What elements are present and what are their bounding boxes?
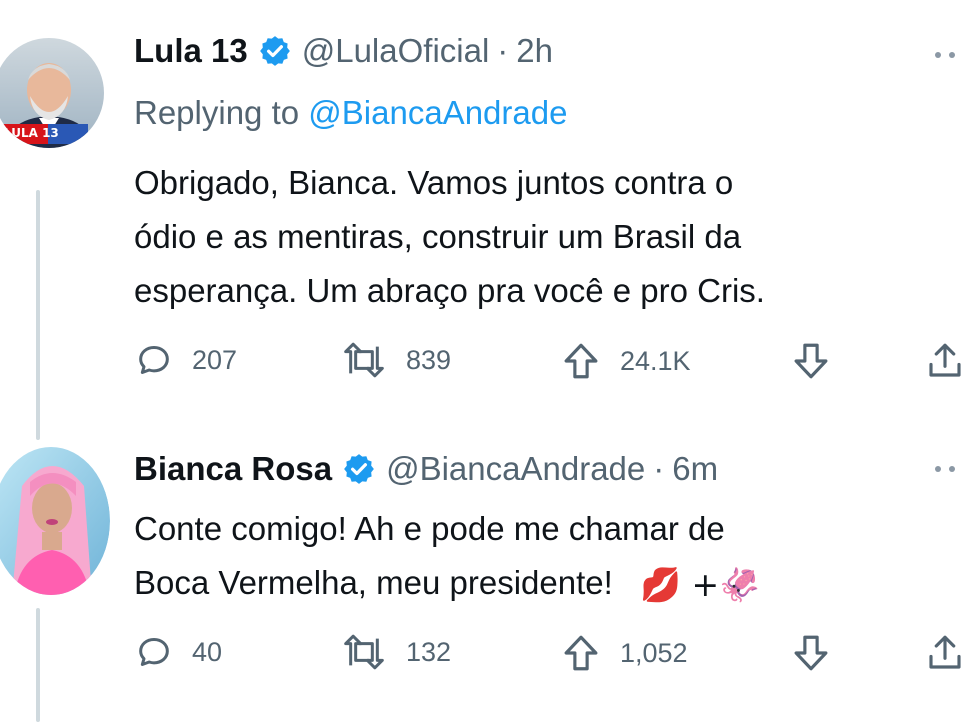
handle[interactable]: @LulaOficial xyxy=(302,32,490,70)
timestamp[interactable]: 6m xyxy=(672,450,718,488)
tweet-text-line: esperança. Um abraço pra você e pro Cris… xyxy=(134,272,765,309)
avatar[interactable]: LULA 13 xyxy=(0,38,104,148)
reply-button[interactable]: 40 xyxy=(134,632,222,672)
share-icon xyxy=(929,635,961,669)
tweet-actions: 207 839 24.1K xyxy=(134,336,963,386)
upvote-button[interactable]: 1,052 xyxy=(560,632,688,674)
downvote-button[interactable] xyxy=(790,632,832,674)
retweet-icon xyxy=(344,634,384,670)
more-options-icon[interactable] xyxy=(935,466,963,472)
timestamp[interactable]: 2h xyxy=(516,32,553,70)
thread-line-bottom xyxy=(36,608,40,722)
share-button[interactable] xyxy=(924,632,963,674)
upvote-icon xyxy=(564,635,598,671)
upvote-button[interactable]: 24.1K xyxy=(560,340,691,382)
display-name[interactable]: Lula 13 xyxy=(134,32,248,70)
tweet-actions: 40 132 1,052 xyxy=(134,628,963,678)
downvote-button[interactable] xyxy=(790,340,832,382)
upvote-icon xyxy=(564,343,598,379)
verified-badge-icon xyxy=(344,454,374,484)
downvote-icon xyxy=(794,635,828,671)
kiss-mark-and-squid-emoji: 💋 +🦑 xyxy=(639,565,761,605)
tweet-text-line: Conte comigo! Ah e pode me chamar de xyxy=(134,510,725,547)
reply-button[interactable]: 207 xyxy=(134,340,237,380)
avatar[interactable] xyxy=(0,446,110,596)
tweet-header: Bianca Rosa @BiancaAndrade · 6m xyxy=(134,450,718,488)
retweet-button[interactable]: 132 xyxy=(340,632,451,672)
tweet-text-segment: Boca Vermelha, meu presidente! xyxy=(134,564,613,601)
downvote-icon xyxy=(794,343,828,379)
replying-mention-link[interactable]: @BiancaAndrade xyxy=(308,94,567,131)
retweet-count: 132 xyxy=(406,636,452,667)
share-button[interactable] xyxy=(924,340,963,382)
reply-count: 40 xyxy=(192,636,223,667)
separator: · xyxy=(497,32,509,69)
avatar-badge-text: LULA 13 xyxy=(4,126,59,140)
reply-icon xyxy=(139,638,169,666)
bianca-avatar-image xyxy=(0,447,110,595)
retweet-icon xyxy=(344,342,384,378)
replying-to: Replying to @BiancaAndrade xyxy=(134,94,567,132)
tweet-text-line: Boca Vermelha, meu presidente! 💋 +🦑 xyxy=(134,556,954,612)
reply-icon xyxy=(139,346,169,374)
display-name[interactable]: Bianca Rosa xyxy=(134,450,332,488)
tweet-header: Lula 13 @LulaOficial · 2h xyxy=(134,32,553,70)
thread-line-top xyxy=(36,190,40,440)
retweet-count: 839 xyxy=(406,344,452,375)
reply-count: 207 xyxy=(192,344,238,375)
upvote-count: 24.1K xyxy=(620,345,691,376)
more-options-icon[interactable] xyxy=(935,52,963,58)
verified-badge-icon xyxy=(259,36,290,66)
separator: · xyxy=(653,450,665,487)
tweet-text-line: ódio e as mentiras, construir um Brasil … xyxy=(134,218,742,255)
share-icon xyxy=(929,343,961,377)
tweet-text: Obrigado, Bianca. Vamos juntos contra o … xyxy=(134,156,954,318)
upvote-count: 1,052 xyxy=(620,637,688,668)
retweet-button[interactable]: 839 xyxy=(340,340,451,380)
replying-prefix: Replying to xyxy=(134,94,300,131)
handle[interactable]: @BiancaAndrade xyxy=(386,450,645,488)
tweet-text: Conte comigo! Ah e pode me chamar de Boc… xyxy=(134,502,954,612)
tweet-text-line: Obrigado, Bianca. Vamos juntos contra o xyxy=(134,164,734,201)
